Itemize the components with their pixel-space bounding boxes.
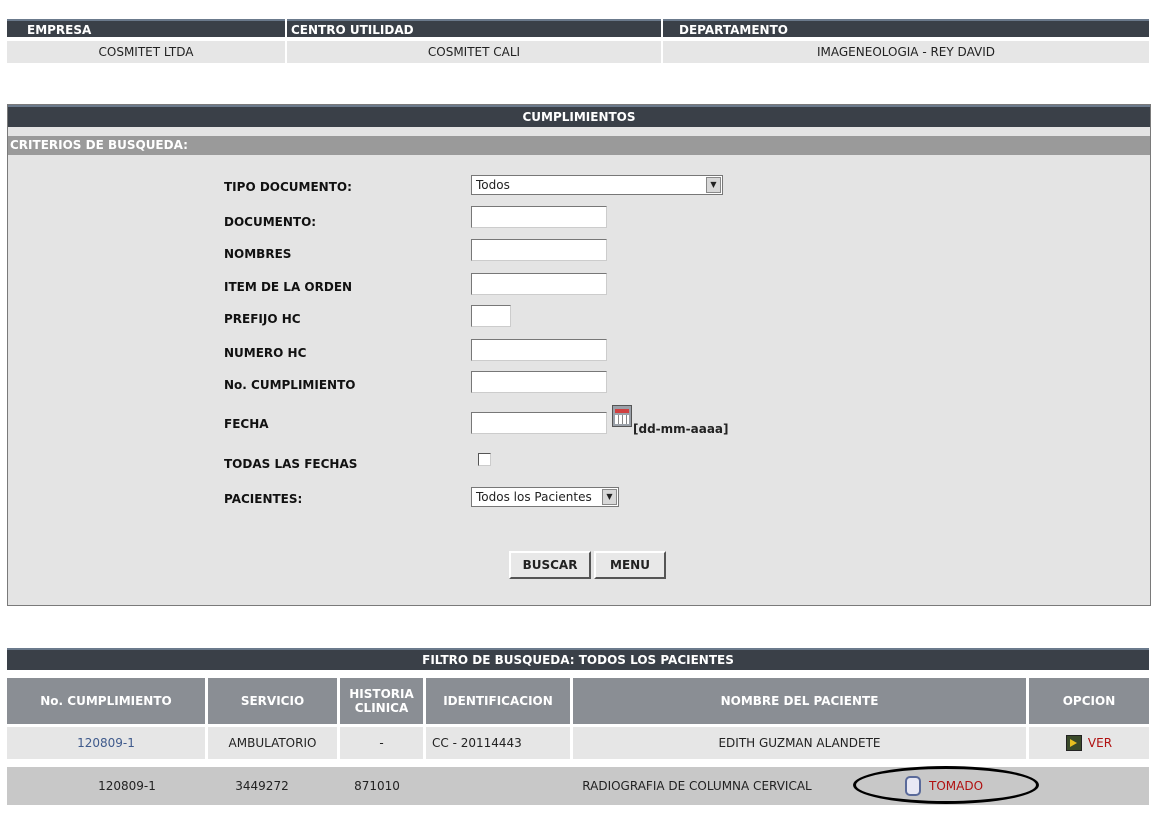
ver-link[interactable]: VER bbox=[1088, 736, 1112, 750]
detail-cumplimiento: 120809-1 bbox=[98, 779, 156, 793]
tipo-documento-select[interactable]: Todos ▼ bbox=[471, 175, 723, 195]
fecha-input[interactable] bbox=[471, 412, 607, 434]
calendar-grid-decor bbox=[615, 415, 629, 424]
detail-code2: 871010 bbox=[354, 779, 400, 793]
results-table: FILTRO DE BUSQUEDA: TODOS LOS PACIENTES … bbox=[7, 648, 1149, 821]
label-tipo-documento: TIPO DOCUMENTO: bbox=[224, 180, 352, 194]
calendar-header-decor bbox=[615, 409, 629, 413]
todas-fechas-checkbox[interactable] bbox=[478, 453, 491, 466]
fecha-format-hint: [dd-mm-aaaa] bbox=[633, 422, 729, 436]
no-cumplimiento-input[interactable] bbox=[471, 371, 607, 393]
results-title: FILTRO DE BUSQUEDA: TODOS LOS PACIENTES bbox=[7, 648, 1149, 670]
detail-status[interactable]: TOMADO bbox=[905, 770, 1015, 802]
numero-hc-input[interactable] bbox=[471, 339, 607, 361]
row-opcion[interactable]: VER bbox=[1029, 727, 1149, 759]
chevron-down-icon[interactable]: ▼ bbox=[602, 489, 617, 505]
detail-code1: 3449272 bbox=[235, 779, 289, 793]
chevron-down-icon[interactable]: ▼ bbox=[706, 177, 721, 193]
col-no-cumplimiento: No. CUMPLIMIENTO bbox=[7, 678, 208, 724]
label-item-orden: ITEM DE LA ORDEN bbox=[224, 280, 353, 294]
col-identificacion: IDENTIFICACION bbox=[426, 678, 573, 724]
label-fecha: FECHA bbox=[224, 417, 269, 431]
documento-input[interactable] bbox=[471, 206, 607, 228]
panel-title: CUMPLIMIENTOS bbox=[8, 105, 1150, 127]
row-historia: - bbox=[340, 727, 423, 759]
label-pacientes: PACIENTES: bbox=[224, 492, 303, 506]
value-empresa: COSMITET LTDA bbox=[7, 41, 285, 63]
row-cumplimiento-link[interactable]: 120809-1 bbox=[7, 727, 205, 759]
pacientes-value: Todos los Pacientes bbox=[476, 490, 592, 504]
header-centro-utilidad: CENTRO UTILIDAD bbox=[287, 19, 661, 37]
search-panel: CUMPLIMIENTOS CRITERIOS DE BUSQUEDA: TIP… bbox=[7, 104, 1151, 606]
label-nombres: NOMBRES bbox=[224, 247, 292, 261]
row-identificacion: CC - 20114443 bbox=[426, 727, 570, 759]
label-numero-hc: NUMERO HC bbox=[224, 346, 307, 360]
status-tomado[interactable]: TOMADO bbox=[929, 779, 983, 793]
buscar-button[interactable]: BUSCAR bbox=[509, 551, 591, 579]
menu-button[interactable]: MENU bbox=[594, 551, 666, 579]
label-prefijo-hc: PREFIJO HC bbox=[224, 312, 301, 326]
value-departamento: IMAGENEOLOGIA - REY DAVID bbox=[663, 41, 1149, 63]
arrow-right-icon[interactable] bbox=[1065, 735, 1082, 751]
company-info-table: EMPRESA CENTRO UTILIDAD DEPARTAMENTO COS… bbox=[7, 19, 1149, 69]
header-empresa: EMPRESA bbox=[7, 19, 285, 37]
header-departamento: DEPARTAMENTO bbox=[663, 19, 1149, 37]
label-documento: DOCUMENTO: bbox=[224, 215, 317, 229]
nombres-input[interactable] bbox=[471, 239, 607, 261]
tipo-documento-value: Todos bbox=[476, 178, 510, 192]
value-centro-utilidad: COSMITET CALI bbox=[287, 41, 661, 63]
label-todas-fechas: TODAS LAS FECHAS bbox=[224, 457, 358, 471]
col-nombre-paciente: NOMBRE DEL PACIENTE bbox=[573, 678, 1029, 724]
col-historia-clinica: HISTORIA CLINICA bbox=[340, 678, 426, 724]
label-no-cumplimiento: No. CUMPLIMIENTO bbox=[224, 378, 356, 392]
detail-description: RADIOGRAFIA DE COLUMNA CERVICAL bbox=[582, 779, 812, 793]
arrow-glyph-decor bbox=[1069, 739, 1077, 747]
pacientes-select[interactable]: Todos los Pacientes ▼ bbox=[471, 487, 619, 507]
prefijo-hc-input[interactable] bbox=[471, 305, 511, 327]
row-servicio: AMBULATORIO bbox=[208, 727, 337, 759]
status-icon bbox=[905, 776, 921, 796]
col-opcion: OPCION bbox=[1029, 678, 1149, 724]
col-servicio: SERVICIO bbox=[208, 678, 340, 724]
calendar-icon[interactable] bbox=[612, 405, 632, 427]
item-orden-input[interactable] bbox=[471, 273, 607, 295]
row-nombre: EDITH GUZMAN ALANDETE bbox=[573, 727, 1026, 759]
criteria-header: CRITERIOS DE BUSQUEDA: bbox=[8, 136, 1150, 155]
